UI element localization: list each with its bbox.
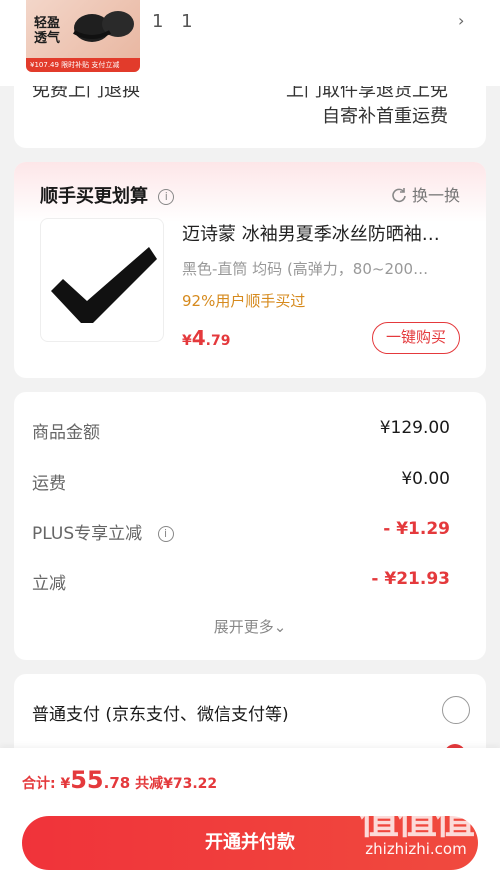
summary-label: 立减 bbox=[32, 574, 66, 594]
total-currency: ¥ bbox=[60, 776, 71, 792]
shipping-card: 免费上门退换 上门取件享退货上免 自寄补首重运费 bbox=[14, 86, 486, 148]
recommend-title: 顺手买更划算 i bbox=[40, 182, 175, 208]
summary-value: ¥129.00 bbox=[379, 418, 450, 438]
info-icon[interactable]: i bbox=[157, 526, 174, 542]
summary-row-discount: 立减 - ¥21.93 bbox=[32, 569, 450, 594]
summary-value: ¥0.00 bbox=[401, 469, 450, 489]
free-return-label: 免费上门退换 bbox=[32, 86, 140, 101]
summary-label: PLUS专享立减 bbox=[32, 524, 143, 544]
item-count: 1 1 bbox=[152, 11, 199, 32]
info-icon[interactable]: i bbox=[158, 189, 175, 205]
price-currency: ¥ bbox=[182, 333, 192, 349]
pickup-return-label: 上门取件享退货上免 bbox=[286, 86, 448, 101]
recommend-buy-percent: 92%用户顺手买过 bbox=[182, 292, 306, 310]
refresh-icon bbox=[392, 188, 406, 203]
summary-row-shipping: 运费 ¥0.00 bbox=[32, 469, 450, 494]
self-ship-fee-label: 自寄补首重运费 bbox=[322, 106, 448, 127]
summary-row-goods: 商品金额 ¥129.00 bbox=[32, 418, 450, 443]
total-price: 合计: ¥55.78 共减¥73.22 bbox=[22, 766, 217, 794]
payment-radio[interactable] bbox=[442, 696, 470, 724]
recommend-product-name[interactable]: 迈诗蒙 冰袖男夏季冰丝防晒袖… bbox=[182, 220, 468, 246]
recommend-card: 顺手买更划算 i 换一换 迈诗蒙 冰袖男夏季冰丝防晒袖… 黑色-直筒 均码 (高… bbox=[14, 162, 486, 378]
swap-label: 换一换 bbox=[411, 186, 460, 205]
total-saved: 共减¥73.22 bbox=[135, 776, 218, 792]
thumbnail-promo-bar: ¥107.49 限时补贴 支付立减 bbox=[26, 58, 140, 72]
cap-image bbox=[73, 11, 134, 42]
summary-row-plus: PLUS专享立减 i - ¥1.29 bbox=[32, 519, 450, 544]
summary-value: - ¥1.29 bbox=[383, 519, 450, 539]
watermark: 值值值 zhizhizhi.com bbox=[342, 800, 490, 858]
total-label: 合计: bbox=[22, 776, 56, 792]
recommend-product-spec: 黑色-直筒 均码 (高弹力，80~200… bbox=[182, 260, 429, 278]
expand-more-button[interactable]: 展开更多⌄ bbox=[14, 616, 486, 637]
recommend-product-image[interactable] bbox=[40, 218, 164, 342]
thumbnail-slogan: 轻盈透气 bbox=[34, 16, 61, 46]
summary-label: 运费 bbox=[32, 474, 66, 494]
price-decimal: .79 bbox=[205, 333, 231, 349]
one-click-buy-button[interactable]: 一键购买 bbox=[372, 322, 460, 354]
summary-label: 商品金额 bbox=[32, 423, 100, 443]
checkout-footer: 合计: ¥55.78 共减¥73.22 开通并付款 值值值 zhizhizhi.… bbox=[0, 748, 500, 877]
arm-sleeve-image bbox=[51, 247, 157, 323]
top-product-strip[interactable]: 轻盈透气 ¥107.49 限时补贴 支付立减 1 1 › bbox=[0, 0, 500, 86]
watermark-logo: 值值值 bbox=[359, 797, 475, 843]
swap-button[interactable]: 换一换 bbox=[391, 182, 460, 206]
recommend-title-text: 顺手买更划算 bbox=[40, 186, 148, 207]
total-integer: 55 bbox=[70, 766, 104, 794]
summary-value: - ¥21.93 bbox=[371, 569, 450, 589]
payment-method-label[interactable]: 普通支付 (京东支付、微信支付等) bbox=[32, 700, 289, 725]
price-summary-card: 商品金额 ¥129.00 运费 ¥0.00 PLUS专享立减 i - ¥1.29… bbox=[14, 392, 486, 660]
recommend-price: ¥4.79 bbox=[182, 326, 230, 350]
product-thumbnail[interactable]: 轻盈透气 ¥107.49 限时补贴 支付立减 bbox=[26, 0, 140, 72]
total-decimal: .78 bbox=[103, 774, 131, 792]
chevron-right-icon[interactable]: › bbox=[458, 11, 464, 30]
price-integer: 4 bbox=[191, 326, 206, 350]
